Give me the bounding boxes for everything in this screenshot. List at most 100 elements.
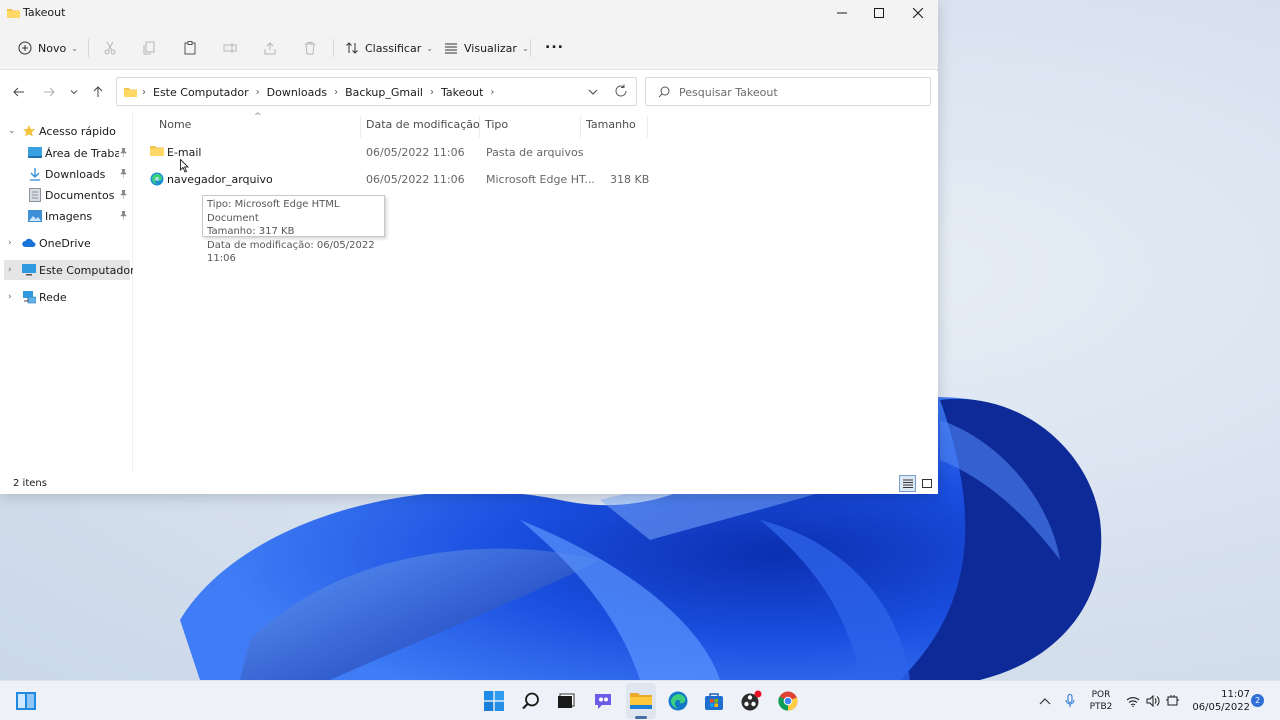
refresh-icon[interactable]: [614, 84, 628, 98]
folder-icon: [7, 9, 20, 18]
chevron-down-icon: [70, 90, 78, 95]
pin-icon: [119, 169, 128, 178]
system-clock[interactable]: 11:07 06/05/2022: [1186, 688, 1250, 714]
document-icon: [28, 188, 42, 202]
search-button[interactable]: [519, 689, 543, 713]
rename-icon: [223, 43, 237, 53]
breadcrumb-backup-gmail[interactable]: Backup_Gmail: [345, 86, 423, 99]
chat-button[interactable]: [591, 689, 615, 713]
column-header-modified[interactable]: Data de modificação: [366, 118, 480, 136]
show-hidden-icons-button[interactable]: [1035, 689, 1055, 713]
start-button[interactable]: [482, 689, 506, 713]
store-taskbar-button[interactable]: [702, 689, 726, 713]
chevron-down-icon[interactable]: [587, 86, 599, 98]
folder-icon: [124, 88, 137, 97]
file-row[interactable]: navegador_arquivo 06/05/2022 11:06 Micro…: [147, 169, 667, 191]
notification-badge[interactable]: 2: [1251, 694, 1264, 707]
sidebar-item-label: Rede: [39, 290, 67, 304]
desktop-icon: [28, 146, 42, 160]
back-button[interactable]: [10, 83, 28, 101]
windows-logo-icon: [484, 691, 504, 711]
up-button[interactable]: [89, 83, 107, 101]
chevron-right-icon: ›: [334, 87, 339, 98]
chevron-right-icon: ›: [490, 87, 495, 98]
column-divider[interactable]: [360, 116, 361, 138]
volume-button[interactable]: [1144, 689, 1162, 713]
maximize-button[interactable]: [860, 0, 898, 26]
speaker-icon: [1146, 695, 1160, 707]
search-box[interactable]: [645, 77, 931, 106]
task-view-button[interactable]: [554, 689, 578, 713]
cut-button[interactable]: [101, 39, 119, 57]
wifi-button[interactable]: [1124, 689, 1142, 713]
obs-taskbar-button[interactable]: [739, 689, 763, 713]
sidebar-item-downloads[interactable]: Downloads: [0, 164, 133, 184]
column-header-name[interactable]: Nome: [159, 118, 191, 136]
column-divider[interactable]: [479, 116, 480, 138]
minimize-button[interactable]: [823, 0, 861, 26]
microphone-icon: [1065, 694, 1075, 707]
input-language-indicator[interactable]: POR PTB2: [1087, 689, 1115, 713]
breadcrumb-this-pc[interactable]: Este Computador: [153, 86, 249, 99]
sort-ascending-icon: ^: [254, 112, 262, 122]
sidebar-item-documents[interactable]: Documentos: [0, 185, 133, 205]
new-label: Novo: [38, 41, 67, 55]
file-explorer-window: Takeout Novo ⌄ Classificar ⌄ Visualizar …: [0, 0, 938, 494]
sidebar-item-network[interactable]: › Rede: [0, 287, 133, 307]
column-divider[interactable]: [647, 116, 648, 138]
sidebar-item-this-pc[interactable]: › Este Computador: [4, 260, 135, 280]
more-options-button[interactable]: ...: [545, 34, 564, 54]
file-name: navegador_arquivo: [167, 173, 273, 186]
details-view-button[interactable]: [899, 475, 916, 492]
microphone-button[interactable]: [1060, 689, 1080, 713]
tiles-view-button[interactable]: [918, 475, 935, 492]
sidebar-item-quick-access[interactable]: ⌄ Acesso rápido: [0, 121, 133, 141]
new-button[interactable]: Novo ⌄: [18, 38, 78, 58]
file-modified: 06/05/2022 11:06: [366, 173, 465, 186]
active-indicator: [635, 716, 647, 719]
chrome-taskbar-button[interactable]: [776, 689, 800, 713]
tiles-view-icon: [921, 479, 932, 488]
sidebar-item-desktop[interactable]: Área de Trabalho: [0, 143, 133, 163]
edge-taskbar-button[interactable]: [666, 689, 690, 713]
file-modified: 06/05/2022 11:06: [366, 146, 465, 159]
copy-button[interactable]: [141, 39, 159, 57]
navigation-pane: ⌄ Acesso rápido Área de Trabalho Downloa…: [0, 112, 135, 472]
sidebar-item-pictures[interactable]: Imagens: [0, 206, 133, 226]
task-view-icon: [558, 693, 575, 708]
widgets-button[interactable]: [14, 689, 38, 713]
breadcrumb-downloads[interactable]: Downloads: [267, 86, 327, 99]
tooltip-size: Tamanho: 317 KB: [207, 226, 295, 237]
forward-button[interactable]: [40, 83, 58, 101]
window-title: Takeout: [23, 6, 66, 19]
clock-time: 11:07: [1221, 689, 1250, 700]
download-icon: [28, 167, 42, 181]
sort-label: Classificar: [365, 41, 422, 55]
chevron-right-icon: ›: [142, 87, 146, 98]
power-button[interactable]: [1164, 689, 1182, 713]
file-name: E-mail: [167, 146, 202, 159]
close-button[interactable]: [899, 0, 937, 26]
paste-button[interactable]: [181, 39, 199, 57]
address-bar[interactable]: › Este Computador › Downloads › Backup_G…: [116, 77, 637, 106]
file-explorer-taskbar-button[interactable]: [629, 689, 653, 713]
column-header-type[interactable]: Tipo: [485, 118, 508, 136]
column-divider[interactable]: [580, 116, 581, 138]
recent-locations-button[interactable]: [65, 83, 83, 101]
breadcrumb-takeout[interactable]: Takeout: [441, 86, 483, 99]
view-button[interactable]: Visualizar ⌄: [444, 38, 529, 58]
rename-button[interactable]: [221, 39, 239, 57]
pin-icon: [119, 211, 128, 220]
plus-circle-icon: [18, 41, 32, 55]
share-button[interactable]: [261, 39, 279, 57]
search-input[interactable]: [679, 84, 919, 100]
delete-button[interactable]: [301, 39, 319, 57]
column-header-size[interactable]: Tamanho: [586, 118, 636, 136]
clipboard-icon: [184, 41, 196, 55]
sidebar-item-onedrive[interactable]: › OneDrive: [0, 233, 133, 253]
chat-icon: [595, 694, 611, 709]
file-row[interactable]: E-mail 06/05/2022 11:06 Pasta de arquivo…: [147, 142, 667, 164]
title-bar[interactable]: Takeout: [0, 0, 938, 26]
star-icon: [22, 124, 36, 138]
sort-button[interactable]: Classificar ⌄: [345, 38, 433, 58]
